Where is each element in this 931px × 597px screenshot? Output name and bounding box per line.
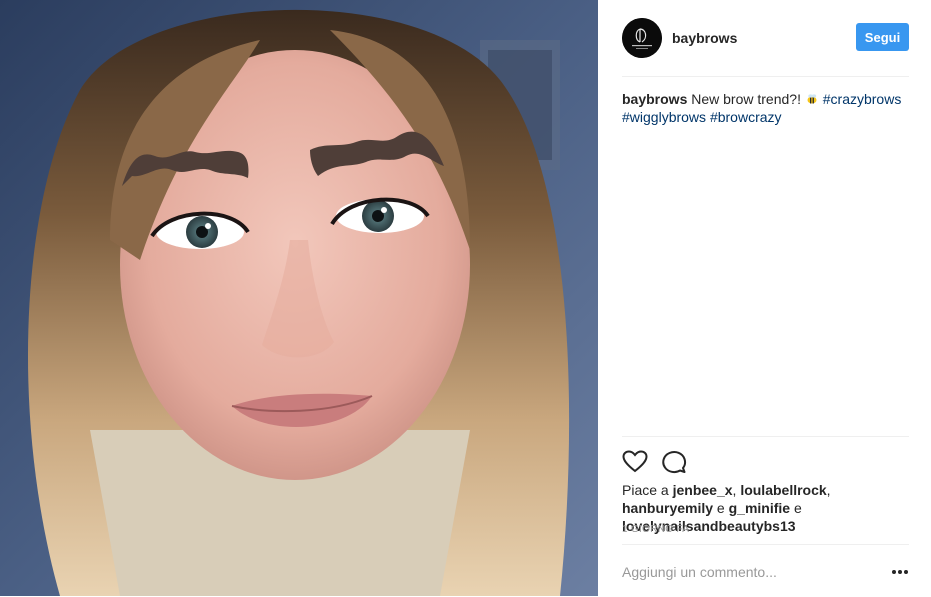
post-photo[interactable] <box>0 0 598 596</box>
brand-logo-avatar <box>622 18 662 58</box>
follow-button[interactable]: Segui <box>856 23 909 51</box>
like-button[interactable] <box>622 449 648 475</box>
post-caption: baybrows New brow trend?! #crazybrows #w… <box>622 90 912 126</box>
liker-loulabellrock[interactable]: loulabellrock <box>740 482 826 498</box>
liker-jenbee[interactable]: jenbee_x <box>673 482 733 498</box>
comment-input[interactable] <box>622 561 872 583</box>
caption-text: New brow trend?! <box>691 91 801 107</box>
heart-icon <box>622 450 648 473</box>
likes-conj-2: e <box>793 500 802 516</box>
likes-comma-2: , <box>826 482 831 498</box>
add-comment-row <box>622 544 909 597</box>
comment-icon <box>662 451 686 474</box>
hashtag-crazybrows[interactable]: #crazybrows <box>823 91 902 107</box>
bee-emoji-icon <box>807 94 817 104</box>
likes-comma-1: , <box>732 482 737 498</box>
likes-conj-1: e <box>716 500 725 516</box>
likes-prefix: Piace a <box>622 482 669 498</box>
post-side-panel: baybrows Segui baybrows New brow trend?!… <box>598 0 931 596</box>
liker-hanburyemily[interactable]: hanburyemily <box>622 500 713 516</box>
hashtag-browcrazy[interactable]: #browcrazy <box>710 109 782 125</box>
caption-username[interactable]: baybrows <box>622 91 687 107</box>
liker-g-minifie[interactable]: g_minifie <box>729 500 790 516</box>
profile-avatar[interactable] <box>622 18 662 58</box>
post-username[interactable]: baybrows <box>672 30 737 46</box>
post-timestamp[interactable]: 1 giorno fa <box>622 524 689 535</box>
hashtag-wigglybrows[interactable]: #wigglybrows <box>622 109 706 125</box>
more-options-icon <box>892 570 908 574</box>
instagram-post: baybrows Segui baybrows New brow trend?!… <box>0 0 931 596</box>
more-options-button[interactable] <box>891 565 909 579</box>
selfie-image <box>0 0 598 596</box>
post-header: baybrows Segui <box>622 0 909 77</box>
post-actions <box>622 436 909 481</box>
comment-button[interactable] <box>661 449 687 475</box>
